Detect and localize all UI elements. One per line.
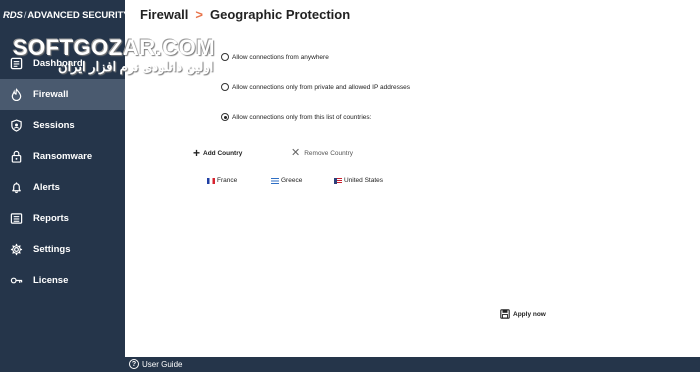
option-label: Allow connections from anywhere	[232, 53, 329, 61]
apply-now-label: Apply now	[513, 310, 546, 318]
sidebar-item-label: Ransomware	[33, 151, 93, 162]
sidebar-item-label: Sessions	[33, 120, 75, 131]
france-flag-icon	[207, 177, 215, 184]
add-country-button[interactable]: + Add Country	[193, 146, 243, 160]
flame-icon	[9, 88, 23, 102]
user-guide-label: User Guide	[142, 359, 183, 369]
country-name: Greece	[281, 177, 303, 184]
option-label: Allow connections only from this list of…	[232, 113, 372, 121]
sidebar-item-alerts[interactable]: Alerts	[0, 172, 125, 203]
sidebar-item-firewall[interactable]: Firewall	[0, 79, 125, 110]
shield-icon	[9, 119, 23, 133]
key-icon	[9, 274, 23, 288]
sidebar-item-reports[interactable]: Reports	[0, 203, 125, 234]
brand-prefix: RDS	[3, 10, 23, 21]
radio-button-selected[interactable]	[221, 113, 229, 121]
bell-icon	[9, 181, 23, 195]
country-item-france[interactable]: France	[207, 177, 237, 184]
option-anywhere[interactable]: Allow connections from anywhere	[221, 53, 329, 61]
sidebar-item-settings[interactable]: Settings	[0, 234, 125, 265]
report-icon	[9, 212, 23, 226]
save-icon	[500, 309, 510, 319]
help-icon: ?	[129, 359, 139, 369]
sidebar-item-sessions[interactable]: Sessions	[0, 110, 125, 141]
sidebar-item-label: Reports	[33, 213, 69, 224]
radio-button[interactable]	[221, 53, 229, 61]
radio-button[interactable]	[221, 83, 229, 91]
close-icon: ✕	[291, 147, 301, 159]
lock-icon	[9, 150, 23, 164]
sidebar-item-label: Settings	[33, 244, 71, 255]
page-title: Firewall > Geographic Protection	[140, 7, 350, 22]
option-country-list[interactable]: Allow connections only from this list of…	[221, 113, 371, 121]
watermark-subtitle: اولین دانلودی نرم افزار ایران	[58, 59, 214, 74]
sidebar-item-label: License	[33, 275, 69, 286]
breadcrumb-page: Geographic Protection	[210, 7, 351, 22]
sidebar-item-license[interactable]: License	[0, 265, 125, 296]
apply-now-button[interactable]: Apply now	[500, 309, 546, 319]
option-private-ip[interactable]: Allow connections only from private and …	[221, 83, 410, 91]
breadcrumb-section[interactable]: Firewall	[140, 7, 188, 22]
sidebar-item-ransomware[interactable]: Ransomware	[0, 141, 125, 172]
sidebar-nav: Dashboard Firewall Sessions Ransomware A…	[0, 48, 125, 296]
app-brand: RDS/ADVANCED SECURITY	[3, 10, 130, 21]
country-name: United States	[344, 177, 384, 184]
breadcrumb-separator: >	[195, 7, 204, 22]
remove-country-button[interactable]: ✕ Remove Country	[291, 147, 353, 159]
country-item-united-states[interactable]: United States	[334, 177, 383, 184]
brand-name: ADVANCED SECURITY	[27, 10, 130, 21]
country-name: France	[217, 177, 238, 184]
greece-flag-icon	[271, 177, 279, 184]
watermark-logo: SOFTGOZAR.COM	[13, 35, 216, 60]
footer-bar: ? User Guide	[125, 357, 700, 372]
sidebar-item-label: Firewall	[33, 89, 69, 100]
remove-country-label: Remove Country	[304, 149, 353, 157]
option-label: Allow connections only from private and …	[232, 83, 411, 91]
user-guide-link[interactable]: ? User Guide	[129, 359, 182, 369]
footer-corner	[0, 357, 125, 372]
us-flag-icon	[334, 177, 342, 184]
sidebar-item-label: Alerts	[33, 182, 60, 193]
plus-icon: +	[193, 146, 201, 160]
add-country-label: Add Country	[203, 149, 243, 157]
gear-icon	[9, 243, 23, 257]
country-item-greece[interactable]: Greece	[271, 177, 302, 184]
